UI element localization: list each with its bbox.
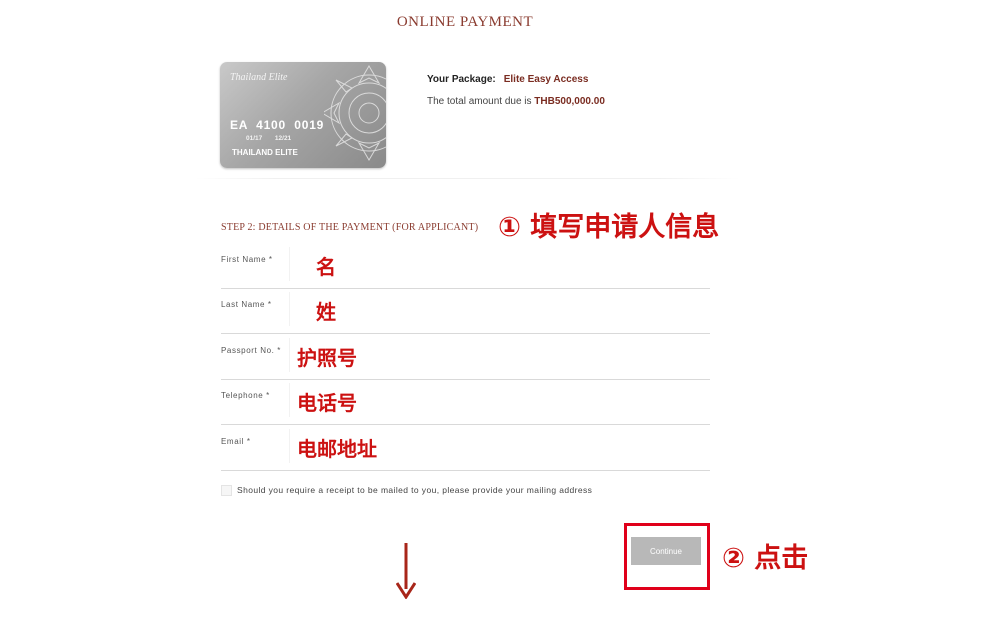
passport-row: Passport No. * (221, 334, 710, 380)
annotation-step1: ① 填写申请人信息 (498, 212, 720, 243)
annotation-last-name: 姓 (316, 300, 336, 324)
annotation-step2: ② 点击 (722, 543, 809, 574)
amount-text: The total amount due is (427, 96, 532, 107)
first-name-label: First Name * (221, 255, 273, 264)
receipt-label: Should you require a receipt to be maile… (237, 485, 593, 495)
down-arrow-icon (396, 543, 416, 599)
annotation-telephone: 电话号 (297, 391, 357, 415)
section-divider (195, 178, 740, 179)
last-name-row: Last Name * (221, 288, 710, 334)
passport-label: Passport No. * (221, 346, 281, 355)
receipt-option: Should you require a receipt to be maile… (221, 485, 593, 497)
membership-card-image: Thailand Elite EA 4100 0019 01/17 12/21 … (220, 62, 386, 168)
step-heading: STEP 2: DETAILS OF THE PAYMENT (FOR APPL… (221, 222, 479, 233)
last-name-input[interactable] (289, 292, 709, 326)
email-label: Email * (221, 437, 251, 446)
continue-button[interactable]: Continue (631, 537, 701, 565)
page-title: ONLINE PAYMENT (396, 14, 534, 30)
card-number: EA 4100 0019 (230, 118, 325, 132)
card-holder: THAILAND ELITE (232, 148, 298, 157)
mandala-ornament-icon (324, 65, 386, 161)
telephone-label: Telephone * (221, 391, 270, 400)
first-name-row: First Name * (221, 243, 710, 289)
package-name: Elite Easy Access (503, 74, 589, 85)
package-row: Your Package: Elite Easy Access (427, 74, 588, 85)
telephone-row: Telephone * (221, 379, 710, 425)
annotation-first-name: 名 (316, 255, 336, 279)
amount-row: The total amount due is THB500,000.00 (427, 96, 605, 107)
annotation-passport: 护照号 (297, 346, 357, 370)
email-row: Email * (221, 425, 710, 471)
card-brand: Thailand Elite (230, 72, 288, 83)
first-name-input[interactable] (289, 247, 709, 281)
receipt-checkbox[interactable] (221, 485, 232, 497)
last-name-label: Last Name * (221, 300, 272, 309)
package-label: Your Package: (427, 74, 496, 85)
card-validity: 01/17 12/21 (246, 135, 292, 142)
annotation-email: 电邮地址 (297, 437, 377, 461)
amount-value: THB500,000.00 (534, 96, 605, 107)
